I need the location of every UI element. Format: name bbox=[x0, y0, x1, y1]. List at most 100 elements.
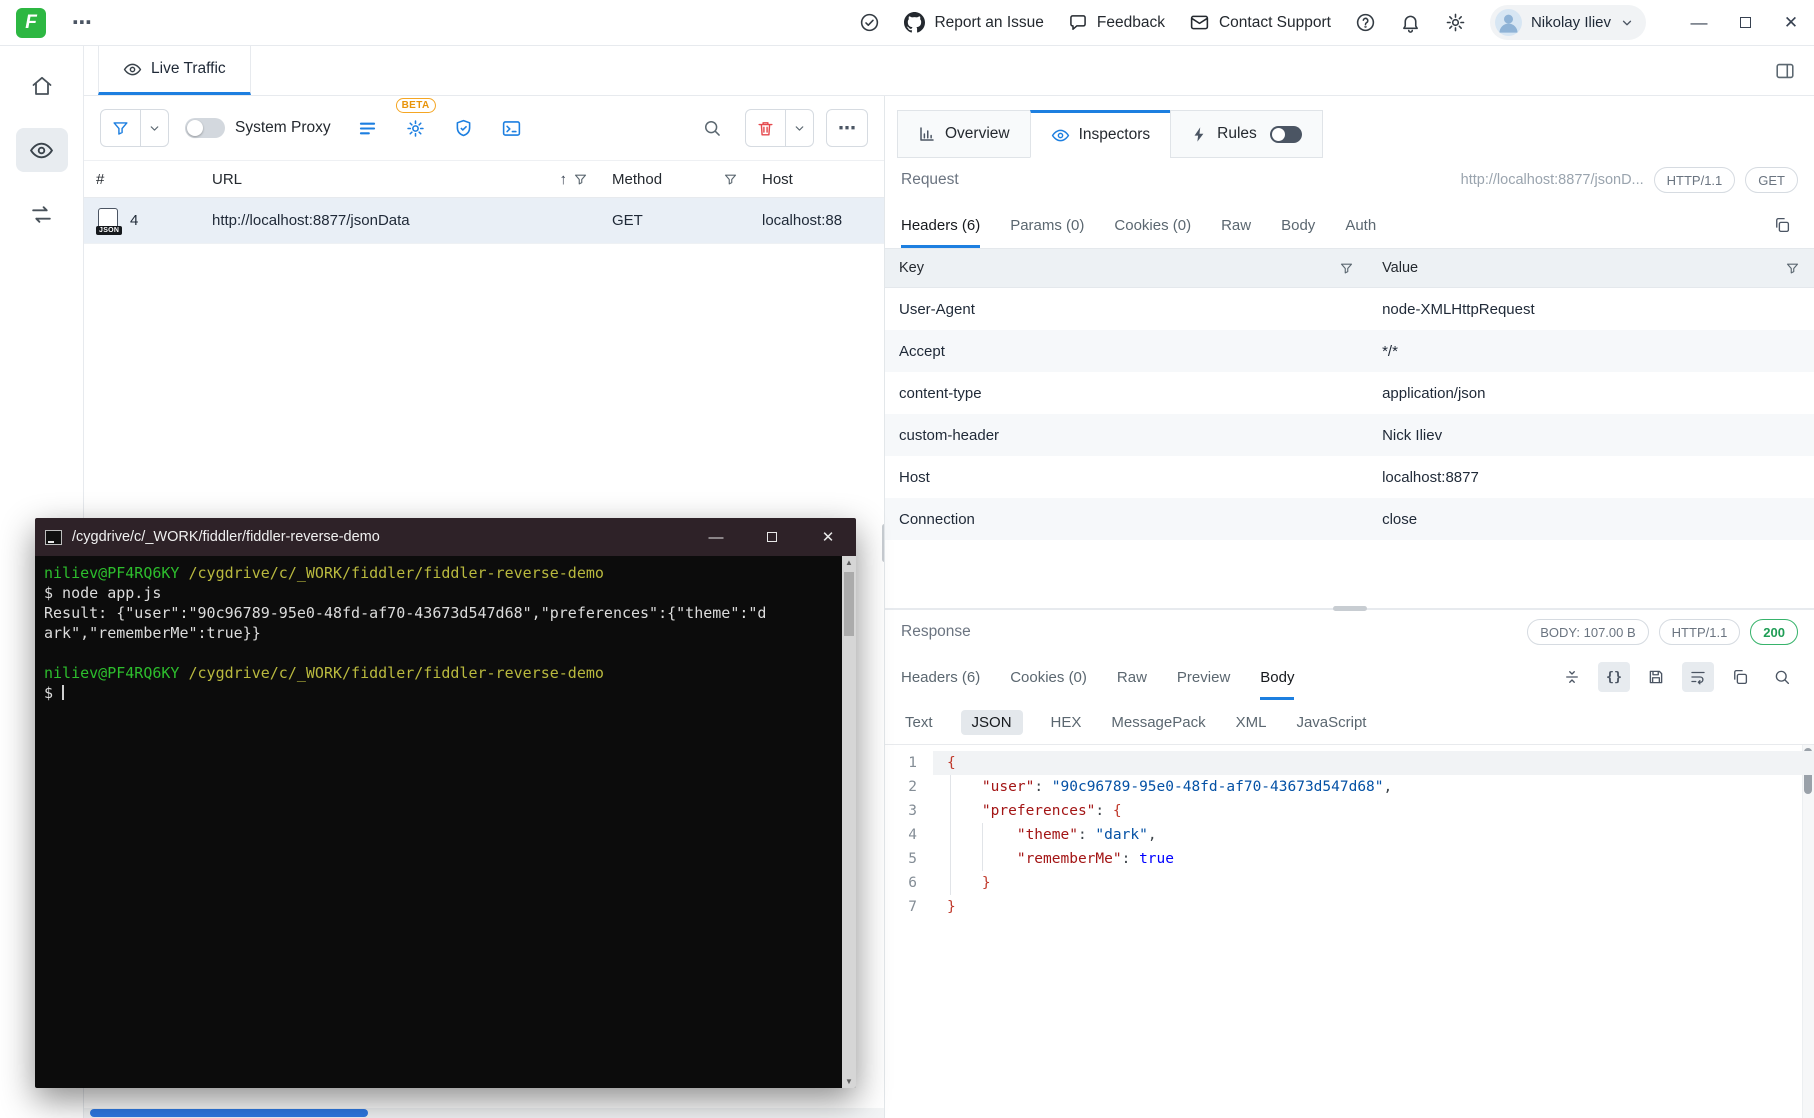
url-filter-icon[interactable] bbox=[573, 172, 588, 187]
search-body-icon[interactable] bbox=[1766, 662, 1798, 692]
scrollbar-thumb[interactable] bbox=[844, 572, 854, 636]
tab-overview[interactable]: Overview bbox=[897, 110, 1031, 158]
column-number[interactable]: # bbox=[84, 161, 200, 197]
scroll-down-arrow[interactable]: ▼ bbox=[842, 1077, 856, 1086]
home-nav[interactable] bbox=[16, 64, 68, 108]
toolbar-more-button[interactable]: ⋯ bbox=[826, 109, 868, 147]
wrap-lines-icon[interactable] bbox=[1682, 662, 1714, 692]
request-tab-params[interactable]: Params (0) bbox=[1010, 202, 1084, 248]
columns-icon[interactable] bbox=[347, 109, 389, 147]
live-traffic-nav[interactable] bbox=[16, 128, 68, 172]
request-tab-auth[interactable]: Auth bbox=[1345, 202, 1376, 248]
system-proxy-switch[interactable] bbox=[185, 118, 225, 138]
search-icon[interactable] bbox=[691, 109, 733, 147]
request-header-row[interactable]: Hostlocalhost:8877 bbox=[885, 456, 1814, 498]
help-icon[interactable] bbox=[1355, 12, 1376, 33]
response-tab-row: Headers (6) Cookies (0) Raw Preview Body… bbox=[885, 654, 1814, 700]
scroll-up-arrow[interactable]: ▲ bbox=[842, 558, 856, 567]
contact-support-label: Contact Support bbox=[1219, 14, 1331, 32]
notifications-icon[interactable] bbox=[1400, 12, 1421, 33]
session-row-selected[interactable]: JSON 4 http://localhost:8877/jsonData GE… bbox=[84, 198, 884, 244]
terminal-title: /cygdrive/c/_WORK/fiddler/fiddler-revers… bbox=[72, 529, 678, 545]
request-title: Request bbox=[901, 171, 959, 189]
body-tab-json[interactable]: JSON bbox=[961, 710, 1023, 735]
traffic-toolbar: System Proxy BETA bbox=[84, 96, 884, 160]
report-issue-button[interactable]: Report an Issue bbox=[904, 12, 1043, 33]
feedback-button[interactable]: Feedback bbox=[1068, 13, 1165, 33]
close-button[interactable]: ✕ bbox=[1768, 0, 1814, 46]
response-tab-headers[interactable]: Headers (6) bbox=[901, 654, 980, 700]
system-proxy-toggle[interactable]: System Proxy bbox=[185, 118, 331, 138]
terminal-window[interactable]: /cygdrive/c/_WORK/fiddler/fiddler-revers… bbox=[35, 518, 856, 1088]
column-method[interactable]: Method bbox=[600, 161, 750, 197]
layout-panel-icon[interactable] bbox=[1756, 46, 1814, 95]
response-body-size-badge: BODY: 107.00 B bbox=[1527, 619, 1648, 645]
filter-button[interactable] bbox=[100, 109, 169, 147]
body-tab-javascript[interactable]: JavaScript bbox=[1294, 710, 1368, 735]
tab-inspectors[interactable]: Inspectors bbox=[1030, 110, 1172, 158]
request-tab-headers[interactable]: Headers (6) bbox=[901, 202, 980, 248]
filter-dropdown-button[interactable] bbox=[140, 110, 168, 146]
response-tab-raw[interactable]: Raw bbox=[1117, 654, 1147, 700]
request-header-row[interactable]: Accept*/* bbox=[885, 330, 1814, 372]
response-status-badge: 200 bbox=[1750, 619, 1798, 645]
app-menu-button[interactable]: ⋯ bbox=[72, 10, 93, 35]
delete-sessions-button[interactable] bbox=[745, 109, 814, 147]
sync-status-icon[interactable] bbox=[859, 12, 880, 33]
response-tab-body[interactable]: Body bbox=[1260, 654, 1294, 700]
request-header-row[interactable]: User-Agentnode-XMLHttpRequest bbox=[885, 288, 1814, 330]
request-tab-raw[interactable]: Raw bbox=[1221, 202, 1251, 248]
request-header-row[interactable]: Connectionclose bbox=[885, 498, 1814, 540]
value-filter-icon[interactable] bbox=[1785, 261, 1800, 276]
sort-asc-icon[interactable]: ↑ bbox=[560, 171, 568, 188]
copy-response-icon[interactable] bbox=[1724, 662, 1756, 692]
save-icon[interactable] bbox=[1640, 662, 1672, 692]
terminal-minimize-button[interactable]: — bbox=[688, 518, 744, 556]
collapse-icon[interactable] bbox=[1556, 662, 1588, 692]
fiddler-logo: F bbox=[16, 8, 46, 38]
inspector-tabs: Overview Inspectors Rules bbox=[885, 96, 1814, 158]
tab-live-traffic[interactable]: Live Traffic bbox=[98, 46, 251, 95]
request-url: http://localhost:8877/jsonD... bbox=[1461, 172, 1644, 188]
terminal-maximize-button[interactable] bbox=[744, 518, 800, 556]
maximize-button[interactable] bbox=[1722, 0, 1768, 46]
terminal-icon[interactable] bbox=[491, 109, 533, 147]
copy-request-icon[interactable] bbox=[1766, 210, 1798, 240]
body-tab-xml[interactable]: XML bbox=[1234, 710, 1269, 735]
auto-responder-icon[interactable]: BETA bbox=[395, 109, 437, 147]
response-tab-preview[interactable]: Preview bbox=[1177, 654, 1230, 700]
column-host[interactable]: Host bbox=[750, 161, 884, 197]
terminal-close-button[interactable]: ✕ bbox=[800, 518, 856, 556]
terminal-titlebar[interactable]: /cygdrive/c/_WORK/fiddler/fiddler-revers… bbox=[35, 518, 856, 556]
json-file-icon: JSON bbox=[98, 208, 118, 233]
terminal-output[interactable]: niliev@PF4RQ6KY /cygdrive/c/_WORK/fiddle… bbox=[35, 556, 842, 1088]
user-name-label: Nikolay Iliev bbox=[1531, 14, 1611, 31]
column-url[interactable]: URL ↑ bbox=[200, 161, 600, 197]
tab-rules[interactable]: Rules bbox=[1170, 110, 1323, 158]
request-tab-cookies[interactable]: Cookies (0) bbox=[1114, 202, 1191, 248]
user-menu[interactable]: Nikolay Iliev bbox=[1490, 5, 1646, 40]
response-tab-cookies[interactable]: Cookies (0) bbox=[1010, 654, 1087, 700]
scrollbar-thumb[interactable] bbox=[90, 1109, 368, 1117]
rules-toggle[interactable] bbox=[1270, 126, 1302, 143]
settings-gear-icon[interactable] bbox=[1445, 12, 1466, 33]
request-method-badge: GET bbox=[1745, 167, 1798, 193]
request-header-row[interactable]: custom-headerNick Iliev bbox=[885, 414, 1814, 456]
body-tab-messagepack[interactable]: MessagePack bbox=[1109, 710, 1207, 735]
composer-nav[interactable] bbox=[16, 192, 68, 236]
secure-shield-icon[interactable] bbox=[443, 109, 485, 147]
request-response-splitter[interactable] bbox=[885, 608, 1814, 610]
traffic-horizontal-scrollbar[interactable] bbox=[84, 1108, 884, 1118]
terminal-scrollbar[interactable]: ▲ ▼ bbox=[842, 556, 856, 1088]
minimize-button[interactable]: — bbox=[1676, 0, 1722, 46]
method-filter-icon[interactable] bbox=[723, 172, 738, 187]
request-tab-body[interactable]: Body bbox=[1281, 202, 1315, 248]
delete-dropdown-button[interactable] bbox=[785, 110, 813, 146]
body-tab-hex[interactable]: HEX bbox=[1049, 710, 1084, 735]
body-tab-text[interactable]: Text bbox=[903, 710, 935, 735]
key-filter-icon[interactable] bbox=[1339, 261, 1354, 276]
json-body-viewer[interactable]: 1234567 { "user": "90c96789-95e0-48fd-af… bbox=[885, 744, 1814, 1118]
contact-support-button[interactable]: Contact Support bbox=[1189, 12, 1331, 33]
request-header-row[interactable]: content-typeapplication/json bbox=[885, 372, 1814, 414]
format-braces-icon[interactable]: {} bbox=[1598, 662, 1630, 692]
